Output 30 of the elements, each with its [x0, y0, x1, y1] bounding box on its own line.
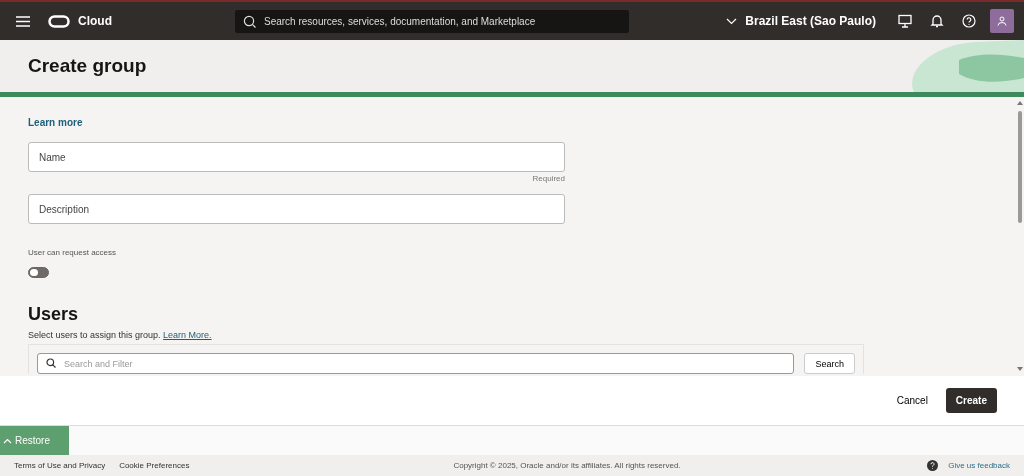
- filter-field[interactable]: Search and Filter: [37, 353, 795, 374]
- required-hint: Required: [531, 174, 565, 183]
- search-field[interactable]: Search resources, services, documentation, and Marketplace: [235, 9, 629, 33]
- monitor-icon[interactable]: [898, 14, 912, 28]
- search-button[interactable]: Search: [804, 353, 855, 374]
- users-description: Select users to assign this group. Learn More.: [28, 330, 213, 340]
- page-title: Create group: [28, 55, 147, 77]
- access-toggle[interactable]: [28, 267, 49, 278]
- toggle-label: User can request access: [28, 248, 118, 257]
- chevron-up-icon: [3, 437, 12, 444]
- bell-icon[interactable]: [930, 14, 944, 28]
- copyright-text: Copyright © 2025, Oracle and/or its affiliates. All rights reserved.: [453, 461, 681, 470]
- footer-link[interactable]: Cookie Preferences: [119, 461, 190, 470]
- cancel-button[interactable]: Cancel: [896, 389, 928, 412]
- description-field[interactable]: Description: [28, 194, 565, 224]
- chevron-down-icon: [726, 17, 738, 25]
- footer-link[interactable]: Terms of Use and Privacy: [14, 461, 106, 470]
- logo-icon[interactable]: [48, 14, 70, 28]
- help-icon[interactable]: [927, 460, 939, 471]
- name-field[interactable]: Name: [28, 142, 565, 172]
- learn-more-link[interactable]: Learn More.: [163, 330, 212, 340]
- region-selector[interactable]: Brazil East (Sao Paulo): [726, 14, 876, 28]
- menu-icon[interactable]: [16, 15, 30, 27]
- brand-name: Cloud: [78, 14, 112, 28]
- feedback-link[interactable]: Give us feedback: [948, 461, 1010, 470]
- users-heading: Users: [28, 304, 80, 325]
- help-icon[interactable]: [962, 14, 976, 28]
- create-button[interactable]: Create: [945, 388, 997, 413]
- user-avatar[interactable]: [990, 9, 1014, 33]
- learn-more-link[interactable]: Learn more: [28, 117, 996, 128]
